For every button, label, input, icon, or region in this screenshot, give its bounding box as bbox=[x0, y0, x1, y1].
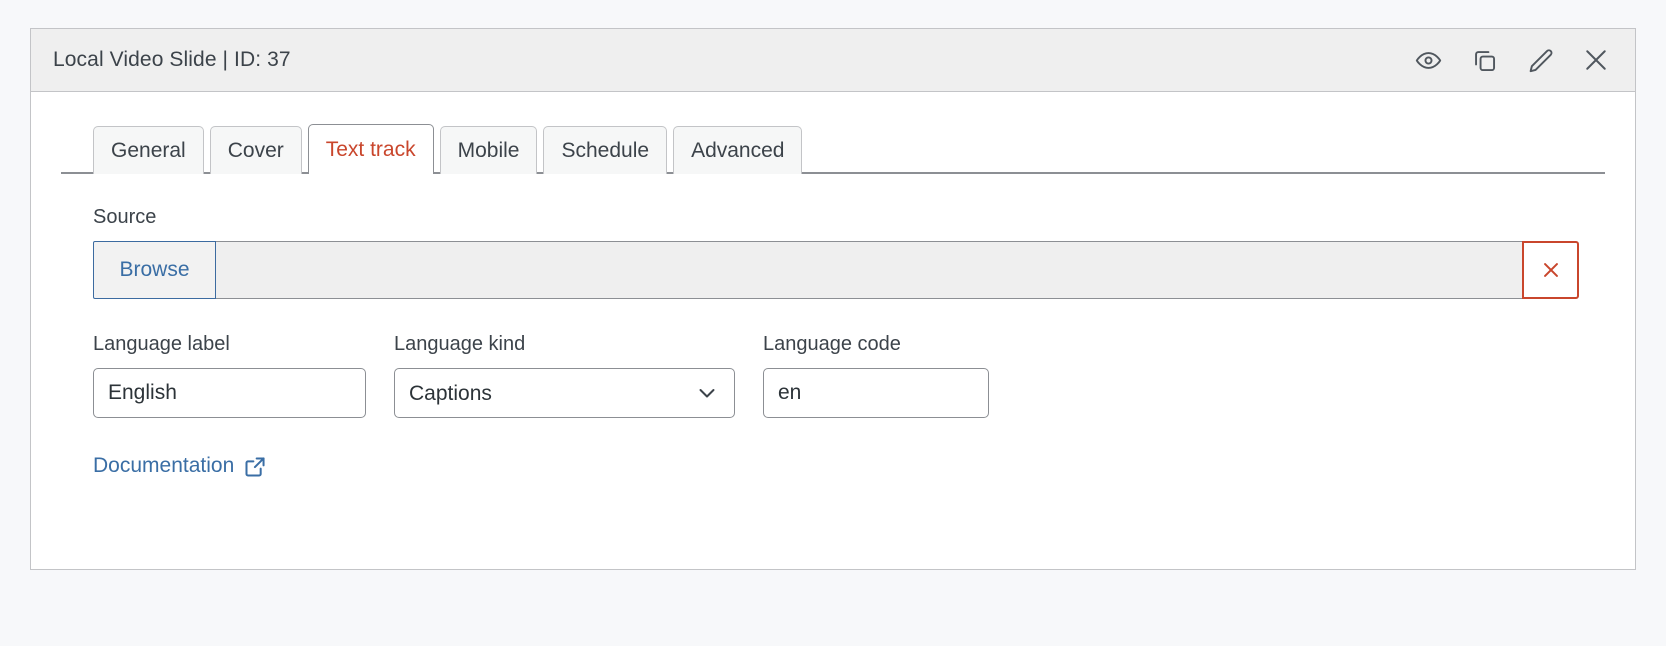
panel-body: General Cover Text track Mobile Schedule… bbox=[31, 92, 1635, 569]
language-label-label: Language label bbox=[93, 333, 230, 355]
tab-mobile[interactable]: Mobile bbox=[439, 126, 538, 174]
language-code-group: Language code bbox=[763, 333, 989, 418]
language-label-group: Language label bbox=[93, 333, 366, 418]
external-link-icon bbox=[244, 455, 267, 478]
language-fields-row: Language label Language kind CaptionsSub… bbox=[61, 333, 1609, 418]
x-icon bbox=[1543, 263, 1558, 277]
language-code-input[interactable] bbox=[763, 368, 989, 418]
tab-label: Text track bbox=[325, 137, 416, 161]
tab-cover[interactable]: Cover bbox=[209, 126, 302, 174]
source-input[interactable] bbox=[216, 241, 1522, 299]
language-code-label: Language code bbox=[763, 333, 901, 355]
tab-label: Schedule bbox=[561, 138, 650, 162]
slide-editor-panel: Local Video Slide | ID: 37 General Cover… bbox=[30, 28, 1636, 570]
duplicate-icon[interactable] bbox=[1469, 45, 1499, 75]
language-kind-select[interactable]: CaptionsSubtitlesDescriptionsChaptersMet… bbox=[394, 368, 735, 418]
language-label-input[interactable] bbox=[93, 368, 366, 418]
preview-icon[interactable] bbox=[1413, 45, 1443, 75]
tab-label: General bbox=[111, 138, 186, 162]
page-title: Local Video Slide | ID: 37 bbox=[53, 48, 291, 71]
source-row: Browse bbox=[93, 241, 1579, 299]
tab-text-track[interactable]: Text track bbox=[307, 124, 434, 174]
close-icon[interactable] bbox=[1581, 45, 1611, 75]
browse-button[interactable]: Browse bbox=[93, 241, 216, 299]
panel-header: Local Video Slide | ID: 37 bbox=[31, 29, 1635, 92]
tab-label: Advanced bbox=[691, 138, 785, 162]
tab-label: Mobile bbox=[457, 138, 520, 162]
tab-label: Cover bbox=[227, 138, 284, 162]
clear-source-button[interactable] bbox=[1522, 241, 1579, 299]
header-actions bbox=[1413, 45, 1617, 75]
tab-general[interactable]: General bbox=[93, 126, 204, 174]
language-kind-select-wrap: CaptionsSubtitlesDescriptionsChaptersMet… bbox=[394, 368, 735, 418]
source-label: Source bbox=[93, 206, 157, 228]
language-kind-group: Language kind CaptionsSubtitlesDescripti… bbox=[394, 333, 735, 418]
documentation-link-label: Documentation bbox=[93, 454, 235, 477]
edit-icon[interactable] bbox=[1525, 45, 1555, 75]
tab-advanced[interactable]: Advanced bbox=[673, 126, 803, 174]
documentation-link[interactable]: Documentation bbox=[61, 454, 267, 478]
tab-bar: General Cover Text track Mobile Schedule… bbox=[61, 122, 1605, 174]
language-kind-label: Language kind bbox=[394, 333, 526, 355]
source-field-group: Source Browse bbox=[61, 206, 1609, 299]
tab-schedule[interactable]: Schedule bbox=[543, 126, 668, 174]
